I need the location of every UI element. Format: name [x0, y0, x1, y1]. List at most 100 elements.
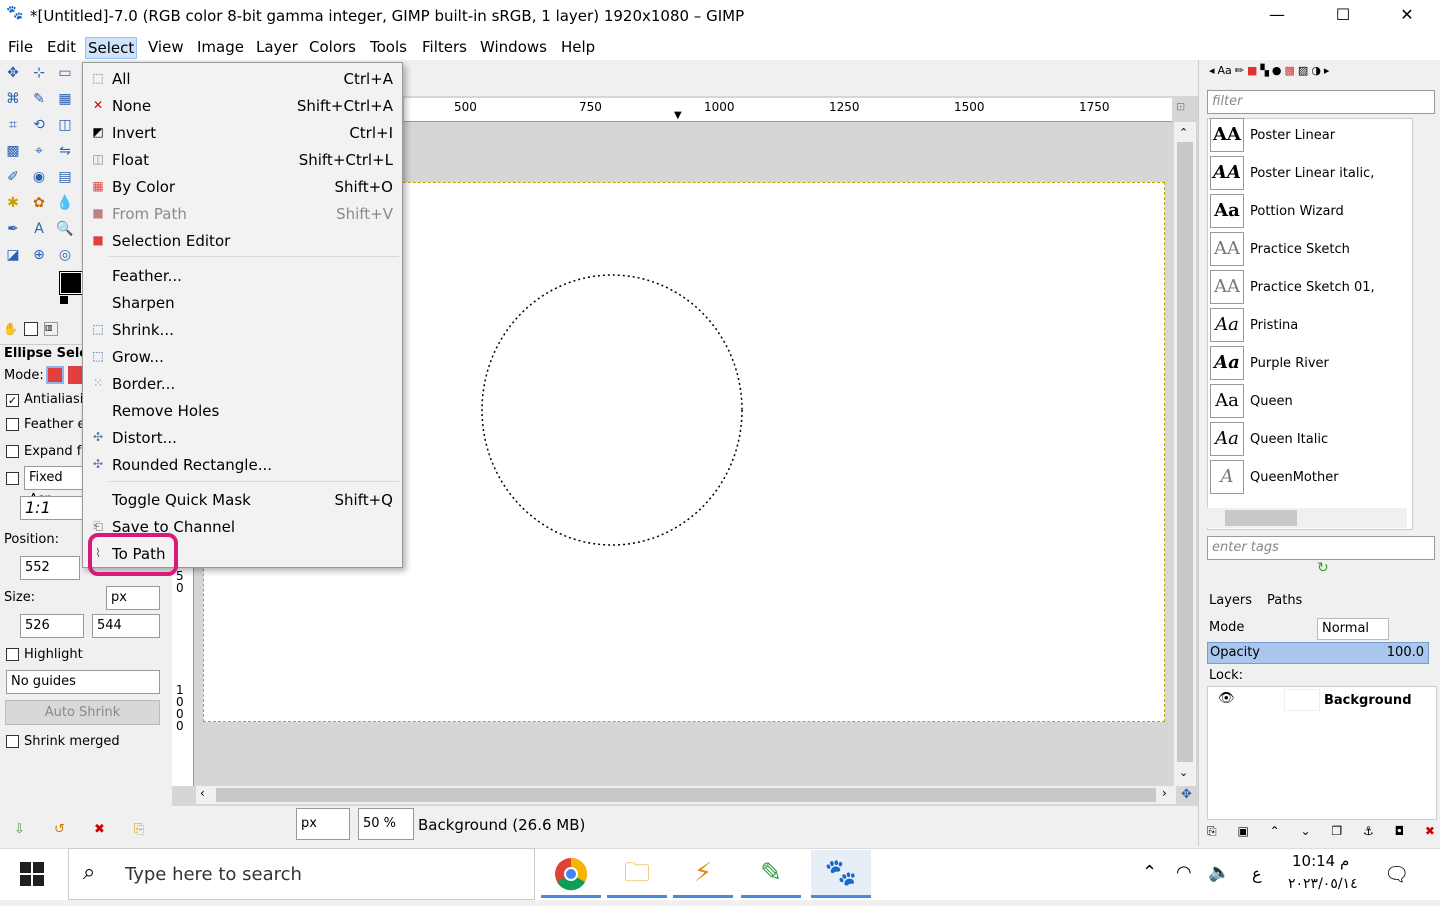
gradient-tool-icon[interactable]: ▤: [54, 166, 76, 188]
zoom-dropdown[interactable]: 50 %: [358, 808, 414, 840]
spiral-tool-icon[interactable]: ◎: [54, 244, 76, 266]
palettes-tab-icon[interactable]: ▩: [1285, 64, 1295, 82]
navigate-icon[interactable]: ✥: [1181, 787, 1192, 802]
zoom-tool-icon[interactable]: 🔍: [54, 218, 76, 240]
mode-add-button[interactable]: [68, 366, 82, 384]
windows-start-icon[interactable]: [20, 862, 44, 886]
menu-image[interactable]: Image: [195, 37, 246, 59]
font-list-hscroll-thumb[interactable]: [1225, 510, 1297, 526]
layer-mode-dropdown[interactable]: Normal: [1317, 618, 1389, 640]
new-layer-icon[interactable]: ⎘: [1207, 824, 1217, 844]
menu-filters[interactable]: Filters: [420, 37, 469, 59]
fixed-dropdown[interactable]: Fixed Asp: [24, 466, 84, 507]
menu-item-shrink[interactable]: ⬚ Shrink...: [83, 316, 402, 343]
clock-date[interactable]: ٢٠٢٣/٠٥/١٤: [1288, 876, 1358, 892]
heal-tool-icon[interactable]: ✱: [2, 192, 24, 214]
size-height-field[interactable]: 544: [92, 614, 160, 638]
duplicate-layer-icon[interactable]: ❐: [1331, 824, 1342, 844]
feather-checkbox[interactable]: [6, 418, 19, 435]
size-width-field[interactable]: 526: [20, 614, 84, 638]
menu-layer[interactable]: Layer: [254, 37, 300, 59]
move-tool-icon[interactable]: ✥: [2, 62, 24, 84]
patterns-tab-icon[interactable]: ■: [1247, 64, 1257, 82]
menu-item-distort[interactable]: ✣ Distort...: [83, 424, 402, 451]
winamp-icon[interactable]: ⚡: [673, 850, 733, 898]
raise-layer-icon[interactable]: ⌃: [1270, 824, 1280, 844]
menu-item-feather[interactable]: Feather...: [83, 262, 402, 289]
menu-tools[interactable]: Tools: [368, 37, 409, 59]
fonts-tab-icon[interactable]: Aa: [1218, 64, 1232, 82]
images-tab-icon[interactable]: ▨: [1298, 64, 1308, 82]
opacity-slider[interactable]: Opacity 100.0: [1207, 642, 1429, 664]
menu-item-toggle-quick-mask[interactable]: Toggle Quick Mask Shift+Q: [83, 486, 402, 513]
smudge-tool-icon[interactable]: 💧: [54, 192, 76, 214]
dock-tabs[interactable]: ◂ Aa ✏ ■ ▚ ● ▩ ▨ ◑ ▸: [1209, 64, 1419, 82]
color-select-tool-icon[interactable]: ▦: [54, 88, 76, 110]
paths-tool-icon[interactable]: ⊕: [28, 244, 50, 266]
history-tab-icon[interactable]: ◑: [1311, 64, 1321, 82]
tab-paths[interactable]: Paths: [1267, 593, 1302, 608]
vertical-scrollbar[interactable]: ⌃ ⌄: [1174, 122, 1196, 786]
chevron-up-icon[interactable]: ⌃: [1142, 862, 1157, 883]
menu-file[interactable]: File: [6, 37, 35, 59]
delete-layer-icon[interactable]: ✖: [1425, 824, 1435, 844]
vertical-scroll-thumb[interactable]: [1177, 142, 1193, 762]
taskbar-search[interactable]: ⌕ Type here to search: [68, 848, 535, 900]
zoom-fit-icon[interactable]: ⊡: [1176, 100, 1185, 113]
unit-dropdown[interactable]: px: [296, 808, 350, 840]
menu-item-all[interactable]: ⬚ All Ctrl+A: [83, 65, 402, 92]
font-item[interactable]: Aa Purple River: [1210, 346, 1420, 384]
menu-edit[interactable]: Edit: [45, 37, 78, 59]
undo-history-tab-icon[interactable]: ▥: [44, 322, 58, 336]
horizontal-scroll-thumb[interactable]: [216, 788, 1156, 802]
chrome-icon[interactable]: [541, 850, 601, 898]
close-button[interactable]: ✕: [1384, 0, 1430, 32]
device-status-tab-icon[interactable]: [24, 322, 38, 336]
font-item[interactable]: AA Practice Sketch: [1210, 232, 1420, 270]
anchor-layer-icon[interactable]: ⚓: [1363, 824, 1374, 844]
tab-layers[interactable]: Layers: [1209, 593, 1252, 608]
file-explorer-icon[interactable]: 🗀: [607, 850, 667, 898]
menu-item-float[interactable]: ◫ Float Shift+Ctrl+L: [83, 146, 402, 173]
mask-layer-icon[interactable]: ◘: [1395, 824, 1405, 844]
menu-help[interactable]: Help: [559, 37, 597, 59]
brushes-tab-icon[interactable]: ◂: [1209, 64, 1215, 82]
horizontal-ruler[interactable]: 500 750 1000 1250 1500 1750 ▼: [404, 98, 1172, 122]
menu-item-invert[interactable]: ◩ Invert Ctrl+I: [83, 119, 402, 146]
new-group-icon[interactable]: ▣: [1237, 824, 1248, 844]
reset-preset-icon[interactable]: ⎘: [134, 822, 144, 837]
bucket-tool-icon[interactable]: ◉: [28, 166, 50, 188]
menu-view[interactable]: View: [146, 37, 186, 59]
menu-item-none[interactable]: ✕ None Shift+Ctrl+A: [83, 92, 402, 119]
channels-tab-icon[interactable]: ●: [1272, 64, 1282, 82]
transform-tool-icon[interactable]: ⟲: [28, 114, 50, 136]
restore-preset-icon[interactable]: ↺: [54, 822, 65, 837]
font-item[interactable]: A QueenMother: [1210, 460, 1420, 494]
ratio-field[interactable]: 1:1: [20, 496, 84, 520]
align-tool-icon[interactable]: ⊹: [28, 62, 50, 84]
mode-replace-button[interactable]: [46, 366, 64, 384]
volume-icon[interactable]: 🔈: [1208, 862, 1230, 883]
menu-windows[interactable]: Windows: [478, 37, 549, 59]
font-item[interactable]: AA Poster Linear: [1210, 118, 1420, 156]
crop-tool-icon[interactable]: ⌗: [2, 114, 24, 136]
app-icon[interactable]: ✎: [741, 850, 801, 898]
menu-item-selection-editor[interactable]: ■ Selection Editor: [83, 227, 402, 254]
horizontal-scrollbar[interactable]: ‹ ›: [196, 786, 1176, 804]
cage-tool-icon[interactable]: ⌖: [28, 140, 50, 162]
pencil-tab-icon[interactable]: ✏: [1235, 64, 1244, 82]
wifi-icon[interactable]: ◠: [1176, 862, 1192, 883]
warp-tool-icon[interactable]: ▩: [2, 140, 24, 162]
fixed-checkbox[interactable]: [6, 472, 19, 489]
refresh-fonts-icon[interactable]: ↻: [1317, 560, 1329, 576]
font-item[interactable]: Aa Queen Italic: [1210, 422, 1420, 460]
visibility-eye-icon[interactable]: 👁: [1218, 691, 1235, 706]
menu-select[interactable]: Select: [85, 37, 138, 59]
save-preset-icon[interactable]: ⇩: [14, 822, 25, 837]
font-item[interactable]: AA Poster Linear italic,: [1210, 156, 1420, 194]
font-item[interactable]: Aa Queen: [1210, 384, 1420, 422]
tags-input[interactable]: enter tags: [1207, 536, 1435, 560]
scroll-left-icon[interactable]: ‹: [200, 786, 205, 800]
maximize-button[interactable]: ☐: [1320, 0, 1366, 32]
foreground-color-swatch[interactable]: [59, 271, 83, 295]
